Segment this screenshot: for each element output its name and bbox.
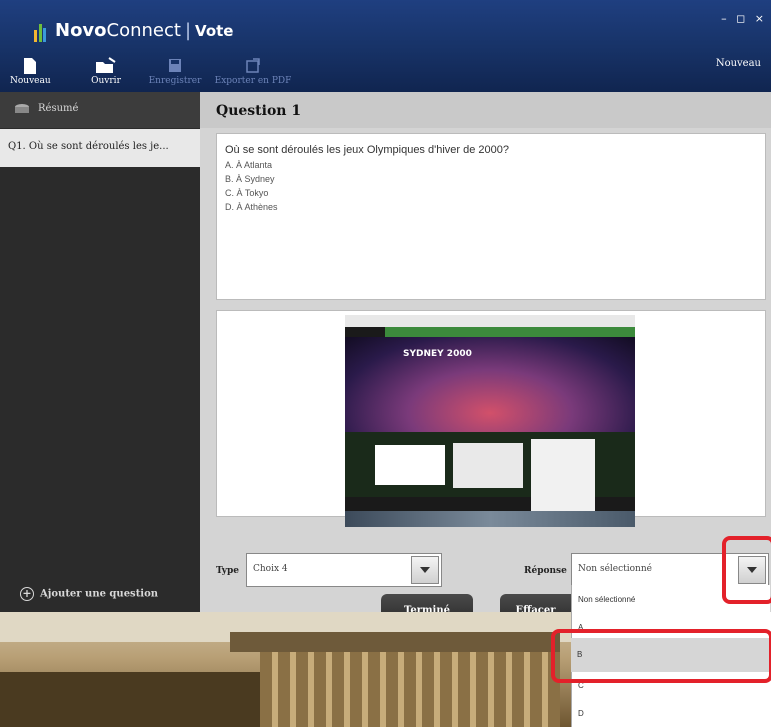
dropdown-option-d[interactable]: D xyxy=(578,709,584,718)
option-c: C. À Tokyo xyxy=(225,188,269,198)
save-icon xyxy=(169,59,181,72)
sidebar-summary[interactable]: Résumé xyxy=(0,92,200,128)
toolbar-new-label: Nouveau xyxy=(10,76,51,86)
new-file-icon xyxy=(24,58,36,74)
background-scene xyxy=(0,612,571,727)
app-name-bold: Novo xyxy=(55,20,107,41)
sidebar-summary-label: Résumé xyxy=(38,103,79,114)
annotation-highlight-option-b xyxy=(551,629,771,683)
toolbar-new-button[interactable]: Nouveau xyxy=(10,56,51,92)
toolbar-export-button[interactable]: Exporter en PDF xyxy=(210,56,296,92)
app-title: NovoConnect | Vote xyxy=(55,20,233,41)
sidebar xyxy=(0,92,200,612)
toolbar-save-button[interactable]: Enregistrer xyxy=(146,56,204,92)
add-circle-icon: + xyxy=(20,587,34,601)
add-question-button[interactable]: + Ajouter une question xyxy=(20,587,158,601)
type-value: Choix 4 xyxy=(253,564,288,574)
title-separator: | xyxy=(184,20,192,41)
toolbar-open-button[interactable]: Ouvrir xyxy=(84,56,128,92)
option-a: A. À Atlanta xyxy=(225,160,273,170)
app-subtitle: Vote xyxy=(195,22,234,40)
sydney-2000-heading: SYDNEY 2000 xyxy=(403,349,472,359)
embedded-website-screenshot: SYDNEY 2000 xyxy=(345,315,635,527)
option-d: D. À Athènes xyxy=(225,202,278,212)
window-controls[interactable]: – ◻ × xyxy=(721,12,767,25)
sidebar-item-q1[interactable]: Q1. Où se sont déroulés les je... xyxy=(0,129,200,167)
toolbar-save-label: Enregistrer xyxy=(148,76,202,86)
question-text-area[interactable]: Où se sont déroulés les jeux Olympiques … xyxy=(216,133,766,300)
dropdown-option-none[interactable]: Non sélectionné xyxy=(578,595,635,604)
answer-value: Non sélectionné xyxy=(578,564,652,574)
app-logo-icon xyxy=(34,24,46,42)
type-select[interactable]: Choix 4 xyxy=(246,553,442,587)
question-image-area[interactable]: SYDNEY 2000 xyxy=(216,310,766,527)
summary-icon xyxy=(15,104,29,113)
annotation-highlight-arrow xyxy=(722,536,771,604)
app-name-rest: Connect xyxy=(106,20,181,41)
option-b: B. À Sydney xyxy=(225,174,275,184)
open-folder-icon xyxy=(96,57,116,73)
toolbar-new-right[interactable]: Nouveau xyxy=(716,58,761,69)
question-text: Où se sont déroulés les jeux Olympiques … xyxy=(225,144,509,156)
sidebar-item-label: Q1. Où se sont déroulés les je... xyxy=(8,141,169,152)
toolbar-open-label: Ouvrir xyxy=(91,76,121,86)
question-title: Question 1 xyxy=(216,103,302,119)
chevron-down-icon[interactable] xyxy=(411,556,439,584)
export-icon xyxy=(246,58,260,73)
answer-label: Réponse xyxy=(524,566,567,576)
type-label: Type xyxy=(216,566,239,576)
toolbar-export-label: Exporter en PDF xyxy=(214,76,292,86)
add-question-label: Ajouter une question xyxy=(40,588,159,600)
